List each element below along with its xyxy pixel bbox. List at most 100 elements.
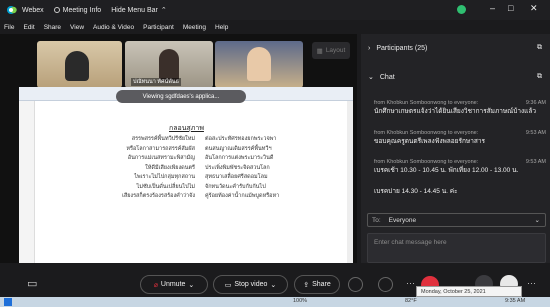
os-taskbar: 100% 82°F 9:35 AM: [0, 297, 550, 307]
chat-title: Chat: [379, 73, 395, 81]
more-options-icon[interactable]: ···: [406, 278, 415, 288]
menu-bar: File Edit Share View Audio & Video Parti…: [0, 20, 350, 34]
doc-line: ตนสนญาณเดิมสรรค์พื้นทวีฯ: [205, 145, 272, 152]
recipient-select[interactable]: To: Everyone ⌄: [367, 213, 546, 227]
chat-message: เบรคบ่าย 14.30 - 14.45 น. ค่ะ: [374, 186, 546, 196]
sharing-banner[interactable]: Viewing sgdfdaes's applica...: [116, 90, 246, 103]
status-dot-icon: [457, 5, 466, 14]
stop-video-label: Stop video: [234, 281, 268, 288]
minimize-button[interactable]: –: [490, 3, 495, 13]
doc-line: คู่ร้อยท้องค่าน้ำกแม้พบูดหรือหา: [205, 193, 280, 199]
participant-photo: [159, 49, 179, 81]
doc-scrollbar[interactable]: [347, 101, 353, 263]
shared-screen: กลอนสุภาพ สรรพสรรค์พื้นทวีปรีชัยใหม่ หรื…: [19, 87, 353, 263]
clock-text[interactable]: 9:35 AM: [505, 298, 525, 304]
doc-line: ไม่ซับเป็นดั่นเปลี่ยนไปไม่: [136, 183, 195, 190]
close-button[interactable]: ✕: [530, 3, 538, 14]
participant-photo: [65, 51, 89, 81]
chat-message: from Khobkun Somboonwong to everyone: 9:5…: [374, 159, 546, 175]
doc-heading: กลอนสุภาพ: [169, 125, 204, 132]
temperature-text: 82°F: [405, 298, 417, 304]
participants-title: Participants (25): [376, 44, 428, 52]
message-sender: from Khobkun Somboonwong to everyone:: [374, 100, 479, 106]
video-tile[interactable]: ปณัทนนา ทัศน์พันธ: [125, 41, 213, 88]
doc-line: ไพเราะไม่ไปกลุ่มทุกสถาน: [134, 174, 195, 180]
recipient-value: Everyone: [388, 216, 417, 224]
doc-line: ต่อสะประทัศรทองยกพระวจพา: [205, 136, 277, 142]
message-text: นักศึกษาเกษตรแจ้งว่าได้ยินเสียงวิชาการสั…: [374, 108, 536, 115]
hide-menu-bar-label: Hide Menu Bar: [111, 6, 158, 14]
menu-file[interactable]: File: [4, 24, 14, 31]
title-bar: Webex Meeting Info Hide Menu Bar ⌃ – □ ✕: [0, 0, 550, 20]
chat-input[interactable]: Enter chat message here: [367, 233, 546, 263]
doc-line: ให้ดีมีเสียงเพียงดนตรี: [145, 164, 195, 171]
chevron-down-icon: ⌄: [270, 281, 277, 289]
right-panel: › Participants (25) ⧉ ⌄ Chat ⧉ from Khob…: [361, 34, 550, 263]
battery-text: 100%: [293, 298, 308, 304]
doc-line: ประเพิ่งพิมพัชระจิดสวนโลก: [205, 164, 270, 171]
video-tile[interactable]: [215, 41, 303, 88]
message-text: เบรคเช้า 10.30 - 10.45 น. พักเที่ยง 12.0…: [374, 167, 519, 174]
menu-audio-video[interactable]: Audio & Video: [93, 24, 134, 31]
message-time: 9:53 AM: [525, 159, 546, 165]
menu-meeting[interactable]: Meeting: [183, 24, 206, 31]
unmute-button[interactable]: ⌀ Unmute ⌄: [140, 275, 208, 294]
popout-icon[interactable]: ⧉: [537, 73, 542, 81]
menu-view[interactable]: View: [70, 24, 84, 31]
meeting-info-label: Meeting Info: [62, 6, 102, 14]
reactions-icon[interactable]: [378, 277, 393, 292]
participant-photo: [247, 47, 271, 81]
chat-bubble-icon[interactable]: ▭: [27, 277, 37, 290]
windows-start-icon[interactable]: [4, 298, 12, 306]
more-panels-icon[interactable]: ···: [527, 278, 536, 288]
mic-muted-icon: ⌀: [153, 281, 158, 289]
webex-logo-icon: [6, 5, 18, 15]
menu-participant[interactable]: Participant: [143, 24, 174, 31]
info-icon: [53, 7, 60, 13]
share-button[interactable]: ⇪ Share: [294, 275, 340, 294]
menu-edit[interactable]: Edit: [23, 24, 34, 31]
chevron-right-icon: ›: [368, 44, 371, 52]
chat-message: from Khobkun Somboonwong to everyone: 9:3…: [374, 100, 546, 116]
video-camera-icon: ▭: [224, 281, 232, 289]
doc-left-column: สรรพสรรค์พื้นทวีปรีชัยใหม่ หรือโลกาสามาร…: [85, 135, 195, 202]
participants-header[interactable]: › Participants (25) ⧉: [361, 38, 550, 58]
chevron-up-icon: ⌃: [160, 7, 167, 14]
doc-sidebar: [19, 101, 35, 263]
chat-header[interactable]: ⌄ Chat ⧉: [361, 67, 550, 87]
menu-share[interactable]: Share: [44, 24, 61, 31]
doc-line: เสียงรสก็ตรงร้องรสร้องคำว่าจัง: [121, 193, 195, 199]
share-label: Share: [312, 281, 331, 288]
stop-video-button[interactable]: ▭ Stop video ⌄: [213, 275, 288, 294]
chevron-down-icon: ⌄: [534, 217, 540, 224]
message-text: ขอบคุณครูดนตรีเพลงฟังพลอยรักษาสาร: [374, 138, 485, 145]
maximize-button[interactable]: □: [508, 3, 513, 13]
chevron-down-icon: ⌄: [368, 74, 374, 81]
participant-name: ปณัทนนา ทัศน์พันธ: [131, 78, 181, 86]
doc-line: สุทธนาเสลื่อยศรีสดอมโลม: [205, 174, 268, 180]
meeting-info-button[interactable]: Meeting Info: [53, 6, 102, 14]
message-time: 9:36 AM: [525, 100, 546, 106]
record-icon[interactable]: [348, 277, 363, 292]
date-tooltip: Monday, October 25, 2021: [416, 286, 522, 297]
doc-line: หรือโลกาสามารถสรรค์สัมผัส: [126, 145, 195, 152]
app-name: Webex: [22, 6, 44, 14]
unmute-label: Unmute: [160, 281, 186, 288]
to-label: To:: [372, 216, 381, 224]
layout-label: Layout: [325, 47, 346, 54]
grid-icon: ▦: [316, 47, 323, 55]
doc-line: สรรพสรรค์พื้นทวีปรีชัยใหม่: [131, 136, 195, 142]
hide-menu-bar-button[interactable]: Hide Menu Bar ⌃: [111, 6, 167, 15]
video-tile[interactable]: [37, 41, 122, 88]
message-sender: from Khobkun Somboonwong to everyone:: [374, 159, 479, 165]
doc-right-column: ต่อสะประทัศรทองยกพระวจพา ตนสนญาณเดิมสรรค…: [205, 135, 325, 202]
message-time: 9:53 AM: [525, 130, 546, 136]
share-icon: ⇪: [303, 281, 310, 289]
popout-icon[interactable]: ⧉: [537, 44, 542, 52]
chat-message: from Khobkun Somboonwong to everyone: 9:5…: [374, 130, 546, 146]
layout-button[interactable]: ▦ Layout: [312, 42, 350, 59]
message-sender: from Khobkun Somboonwong to everyone:: [374, 130, 479, 136]
doc-line: จักทนวัดนะคำรับกับกันไป: [205, 183, 266, 190]
menu-help[interactable]: Help: [215, 24, 228, 31]
doc-line: อันโลกการแต่งพระมาระวินดี: [205, 155, 274, 161]
